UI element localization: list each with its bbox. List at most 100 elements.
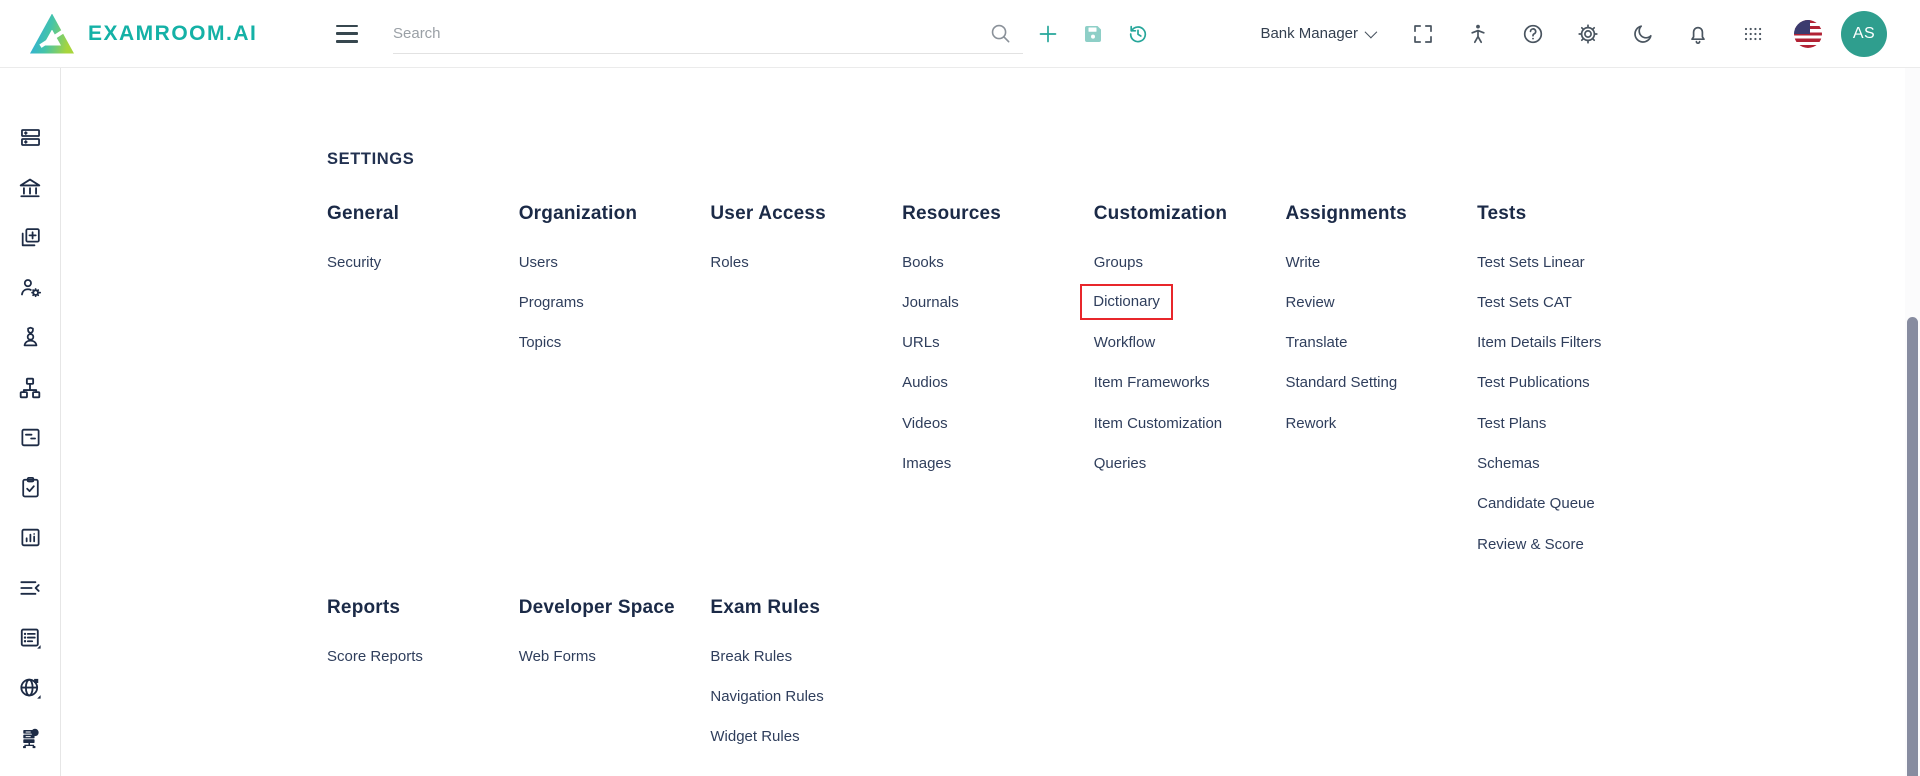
settings-link-roles[interactable]: Roles <box>710 254 748 271</box>
list-item: Videos <box>902 415 1094 431</box>
list-item: Item Customization <box>1094 415 1286 431</box>
settings-link-candidate-queue[interactable]: Candidate Queue <box>1477 495 1595 512</box>
sitemap-icon[interactable] <box>16 374 44 401</box>
list-item: Break Rules <box>710 648 902 664</box>
list-item: Audios <box>902 375 1094 391</box>
list-item: Widget Rules <box>710 729 902 745</box>
list-item: Candidate Queue <box>1477 496 1669 512</box>
apps-grid-icon[interactable] <box>1736 17 1770 51</box>
settings-icon[interactable] <box>1571 17 1605 51</box>
settings-link-workflow[interactable]: Workflow <box>1094 334 1155 351</box>
settings-link-books[interactable]: Books <box>902 254 944 271</box>
add-icon[interactable] <box>1031 17 1065 51</box>
search-input[interactable] <box>393 25 983 42</box>
settings-section-reports: ReportsScore Reports <box>327 597 519 769</box>
settings-link-write[interactable]: Write <box>1285 254 1320 271</box>
save-icon[interactable] <box>1076 17 1110 51</box>
section-heading-exam-rules: Exam Rules <box>710 597 902 619</box>
help-icon[interactable] <box>1516 17 1550 51</box>
section-heading-customization: Customization <box>1094 203 1286 225</box>
settings-link-dictionary-highlighted[interactable]: Dictionary <box>1080 284 1173 320</box>
dark-mode-icon[interactable] <box>1626 17 1660 51</box>
list-item: Books <box>902 254 1094 270</box>
list-item: Test Sets Linear <box>1477 254 1669 270</box>
settings-link-security[interactable]: Security <box>327 254 381 271</box>
settings-link-item-customization[interactable]: Item Customization <box>1094 415 1222 432</box>
settings-link-programs[interactable]: Programs <box>519 294 584 311</box>
role-selector-label: Bank Manager <box>1260 25 1358 42</box>
notifications-icon[interactable] <box>1681 17 1715 51</box>
avatar[interactable]: AS <box>1841 11 1887 57</box>
settings-link-review-score[interactable]: Review & Score <box>1477 536 1584 553</box>
library-add-icon[interactable] <box>16 224 44 251</box>
list-item: Workflow <box>1094 335 1286 351</box>
settings-link-users[interactable]: Users <box>519 254 558 271</box>
settings-link-urls[interactable]: URLs <box>902 334 940 351</box>
settings-link-rework[interactable]: Rework <box>1285 415 1336 432</box>
list-item: Translate <box>1285 335 1477 351</box>
list-item: Groups <box>1094 254 1286 270</box>
manage-accounts-icon[interactable] <box>16 274 44 301</box>
settings-link-standard-setting[interactable]: Standard Setting <box>1285 374 1397 391</box>
settings-link-videos[interactable]: Videos <box>902 415 948 432</box>
search-icon[interactable] <box>983 16 1017 50</box>
dns-rows-icon[interactable] <box>16 124 44 151</box>
settings-link-test-sets-linear[interactable]: Test Sets Linear <box>1477 254 1585 271</box>
settings-link-journals[interactable]: Journals <box>902 294 959 311</box>
settings-link-test-publications[interactable]: Test Publications <box>1477 374 1590 391</box>
list-item: Test Sets CAT <box>1477 294 1669 310</box>
settings-section-assignments: Assignments Write Review Translate Standard … <box>1285 203 1477 597</box>
list-item: Write <box>1285 254 1477 270</box>
left-sidebar <box>0 68 61 776</box>
menu-icon[interactable] <box>334 24 360 44</box>
settings-link-break-rules[interactable]: Break Rules <box>710 648 792 665</box>
settings-section-general: General Security <box>327 203 519 597</box>
section-heading-general: General <box>327 203 519 225</box>
settings-link-audios[interactable]: Audios <box>902 374 948 391</box>
list-item: Topics <box>519 335 711 351</box>
bank-icon[interactable] <box>16 174 44 201</box>
accessibility-icon[interactable] <box>1461 17 1495 51</box>
settings-link-item-details-filters[interactable]: Item Details Filters <box>1477 334 1601 351</box>
list-item: Queries <box>1094 455 1286 471</box>
clipboard-check-icon[interactable] <box>16 474 44 501</box>
settings-link-test-plans[interactable]: Test Plans <box>1477 415 1546 432</box>
list-item: Review & Score <box>1477 536 1669 552</box>
top-navbar: EXAMROOM.AI Bank Manager AS <box>0 0 1920 68</box>
web-globe-icon[interactable] <box>16 674 44 701</box>
settings-link-item-frameworks[interactable]: Item Frameworks <box>1094 374 1210 391</box>
user-shield-icon[interactable] <box>16 324 44 351</box>
settings-link-topics[interactable]: Topics <box>519 334 562 351</box>
list-item: Images <box>902 455 1094 471</box>
settings-link-navigation-rules[interactable]: Navigation Rules <box>710 688 823 705</box>
data-server-icon[interactable] <box>16 724 44 751</box>
language-flag-icon[interactable] <box>1794 20 1822 48</box>
list-collapse-icon[interactable] <box>16 574 44 601</box>
settings-link-widget-rules[interactable]: Widget Rules <box>710 728 799 745</box>
settings-link-web-forms[interactable]: Web Forms <box>519 648 596 665</box>
settings-link-schemas[interactable]: Schemas <box>1477 455 1540 472</box>
list-item: Journals <box>902 294 1094 310</box>
settings-link-images[interactable]: Images <box>902 455 951 472</box>
settings-link-queries[interactable]: Queries <box>1094 455 1147 472</box>
role-selector-dropdown[interactable]: Bank Manager <box>1260 25 1374 42</box>
chart-box-icon[interactable] <box>16 524 44 551</box>
settings-link-test-sets-cat[interactable]: Test Sets CAT <box>1477 294 1572 311</box>
form-summary-icon[interactable] <box>16 424 44 451</box>
settings-link-groups[interactable]: Groups <box>1094 254 1143 271</box>
table-list-icon[interactable] <box>16 624 44 651</box>
history-icon[interactable] <box>1121 17 1155 51</box>
list-item: Roles <box>710 254 902 270</box>
fullscreen-icon[interactable] <box>1406 17 1440 51</box>
settings-link-review[interactable]: Review <box>1285 294 1334 311</box>
scrollbar-thumb[interactable] <box>1907 317 1918 776</box>
page-title: SETTINGS <box>327 150 1905 169</box>
settings-section-exam-rules: Exam Rules Break Rules Navigation Rules Wid… <box>710 597 902 769</box>
settings-link-score-reports[interactable]: Score Reports <box>327 648 423 665</box>
list-item: Test Plans <box>1477 415 1669 431</box>
list-item: URLs <box>902 335 1094 351</box>
settings-section-resources: ResourcesBooksJournalsURLsAudiosVideosIm… <box>902 203 1094 597</box>
settings-link-translate[interactable]: Translate <box>1285 334 1347 351</box>
section-heading-assignments: Assignments <box>1285 203 1477 225</box>
settings-section-organization: OrganizationUsersProgramsTopics <box>519 203 711 597</box>
